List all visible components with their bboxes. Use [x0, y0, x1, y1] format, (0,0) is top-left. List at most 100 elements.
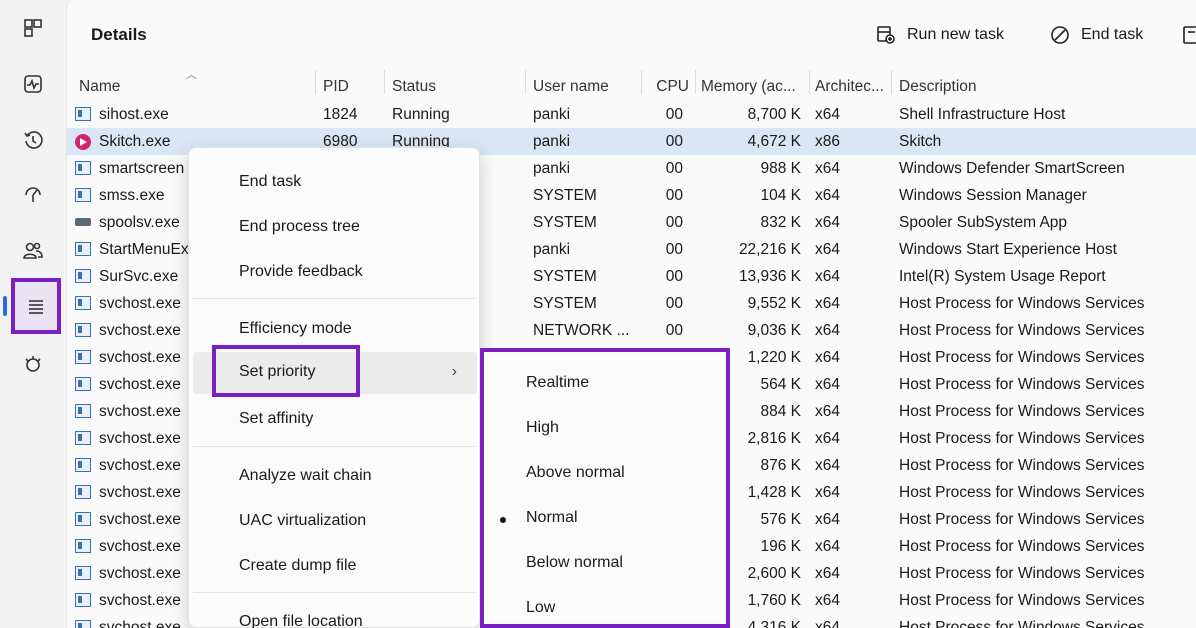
cell-name: svchost.exe: [99, 295, 181, 312]
table-row[interactable]: sihost.exe 1824 Running panki 00 8,700 K x64 Sh…: [67, 101, 1196, 128]
menu-separator: [193, 592, 475, 593]
menu-item-label: Provide feedback: [239, 263, 363, 280]
priority-label: Above normal: [526, 464, 625, 481]
column-header-architecture[interactable]: Architec...: [815, 78, 889, 96]
cell-user: SYSTEM: [533, 214, 597, 231]
menu-item-set-affinity[interactable]: Set affinity: [189, 399, 479, 439]
priority-label: Low: [526, 599, 556, 616]
cell-user: SYSTEM: [533, 187, 597, 204]
column-divider[interactable]: [891, 70, 892, 94]
menu-item-provide-feedback[interactable]: Provide feedback: [189, 252, 479, 292]
menu-item-create-dump-file[interactable]: Create dump file: [189, 546, 479, 586]
process-icon: [75, 188, 91, 202]
cell-cpu: 00: [665, 106, 683, 123]
cell-arch: x64: [815, 160, 840, 177]
cell-desc: Windows Start Experience Host: [899, 241, 1117, 258]
column-header-name[interactable]: Name: [79, 78, 309, 96]
cell-cpu: 00: [665, 160, 683, 177]
cell-name: svchost.exe: [99, 538, 181, 555]
column-divider[interactable]: [809, 70, 810, 94]
cell-mem: 13,936 K: [738, 268, 801, 285]
column-header-user-name[interactable]: User name: [533, 78, 643, 96]
process-icon: [75, 215, 91, 229]
cell-mem: 9,036 K: [747, 322, 801, 339]
priority-label: Realtime: [526, 374, 590, 391]
cell-user: panki: [533, 241, 571, 258]
priority-below-normal[interactable]: Below normal: [484, 542, 726, 584]
run-new-task-button[interactable]: Run new task: [875, 24, 1004, 46]
cell-mem: 9,552 K: [747, 295, 801, 312]
column-divider[interactable]: [315, 70, 316, 94]
cell-name: SurSvc.exe: [99, 268, 179, 285]
menu-item-label: Analyze wait chain: [239, 467, 372, 484]
process-icon: [75, 512, 91, 526]
cell-desc: Host Process for Windows Services: [899, 430, 1145, 447]
annotation-highlight-box: [212, 345, 360, 397]
column-header-memory[interactable]: Memory (ac...: [701, 78, 807, 96]
menu-item-uac-virtualization[interactable]: UAC virtualization: [189, 501, 479, 541]
process-icon: [75, 620, 91, 628]
cell-arch: x64: [815, 349, 840, 366]
process-icon: [75, 404, 91, 418]
users-icon[interactable]: [10, 228, 56, 272]
app-history-icon[interactable]: [10, 118, 56, 162]
column-header-pid[interactable]: PID: [323, 78, 383, 96]
cell-arch: x64: [815, 592, 840, 609]
cell-desc: Windows Session Manager: [899, 187, 1087, 204]
column-divider[interactable]: [695, 70, 696, 94]
column-divider[interactable]: [525, 70, 526, 94]
more-options-button[interactable]: [1181, 24, 1196, 46]
cell-desc: Shell Infrastructure Host: [899, 106, 1066, 123]
menu-item-open-file-location[interactable]: Open file location: [189, 602, 479, 628]
cell-mem: 8,700 K: [747, 106, 801, 123]
cell-user: panki: [533, 133, 571, 150]
priority-high[interactable]: High: [484, 407, 726, 449]
startup-apps-icon[interactable]: [10, 172, 56, 216]
details-icon[interactable]: [3, 278, 61, 334]
menu-item-end-process-tree[interactable]: End process tree: [189, 207, 479, 247]
cell-arch: x64: [815, 619, 840, 628]
cell-arch: x64: [815, 511, 840, 528]
cell-arch: x64: [815, 403, 840, 420]
cell-desc: Host Process for Windows Services: [899, 376, 1145, 393]
column-header-description[interactable]: Description: [899, 78, 1189, 96]
process-icon: [75, 161, 91, 175]
services-icon[interactable]: [10, 342, 56, 386]
menu-item-label: Create dump file: [239, 557, 357, 574]
column-divider[interactable]: [641, 70, 642, 94]
skitch-app-icon: [75, 134, 91, 150]
end-task-button[interactable]: End task: [1049, 24, 1143, 46]
priority-label: Normal: [526, 509, 578, 526]
cell-desc: Host Process for Windows Services: [899, 592, 1145, 609]
cell-name: Skitch.exe: [99, 133, 171, 150]
process-icon: [75, 350, 91, 364]
selected-bullet-icon: [500, 517, 506, 523]
cell-arch: x64: [815, 268, 840, 285]
priority-realtime[interactable]: Realtime: [484, 362, 726, 404]
column-header-status[interactable]: Status: [392, 78, 512, 96]
column-header-cpu[interactable]: CPU: [643, 78, 689, 96]
processes-icon[interactable]: [10, 6, 56, 50]
cell-cpu: 00: [665, 322, 683, 339]
cell-arch: x64: [815, 241, 840, 258]
priority-label: High: [526, 419, 559, 436]
menu-item-end-task[interactable]: End task: [189, 162, 479, 202]
cell-user: SYSTEM: [533, 268, 597, 285]
priority-above-normal[interactable]: Above normal: [484, 452, 726, 494]
menu-item-analyze-wait-chain[interactable]: Analyze wait chain: [189, 456, 479, 496]
priority-normal[interactable]: Normal: [484, 497, 726, 539]
column-divider[interactable]: [384, 70, 385, 94]
priority-low[interactable]: Low: [484, 587, 726, 628]
menu-item-label: Efficiency mode: [239, 320, 352, 337]
cell-cpu: 00: [665, 295, 683, 312]
cell-mem: 832 K: [760, 214, 801, 231]
menu-item-label: End process tree: [239, 218, 360, 235]
performance-icon[interactable]: [10, 62, 56, 106]
run-new-task-label: Run new task: [907, 26, 1004, 43]
process-icon: [75, 485, 91, 499]
cell-name: svchost.exe: [99, 403, 181, 420]
cell-mem: 104 K: [760, 187, 801, 204]
cell-name: sihost.exe: [99, 106, 169, 123]
cell-name: svchost.exe: [99, 457, 181, 474]
menu-item-efficiency-mode[interactable]: Efficiency mode: [189, 309, 479, 349]
